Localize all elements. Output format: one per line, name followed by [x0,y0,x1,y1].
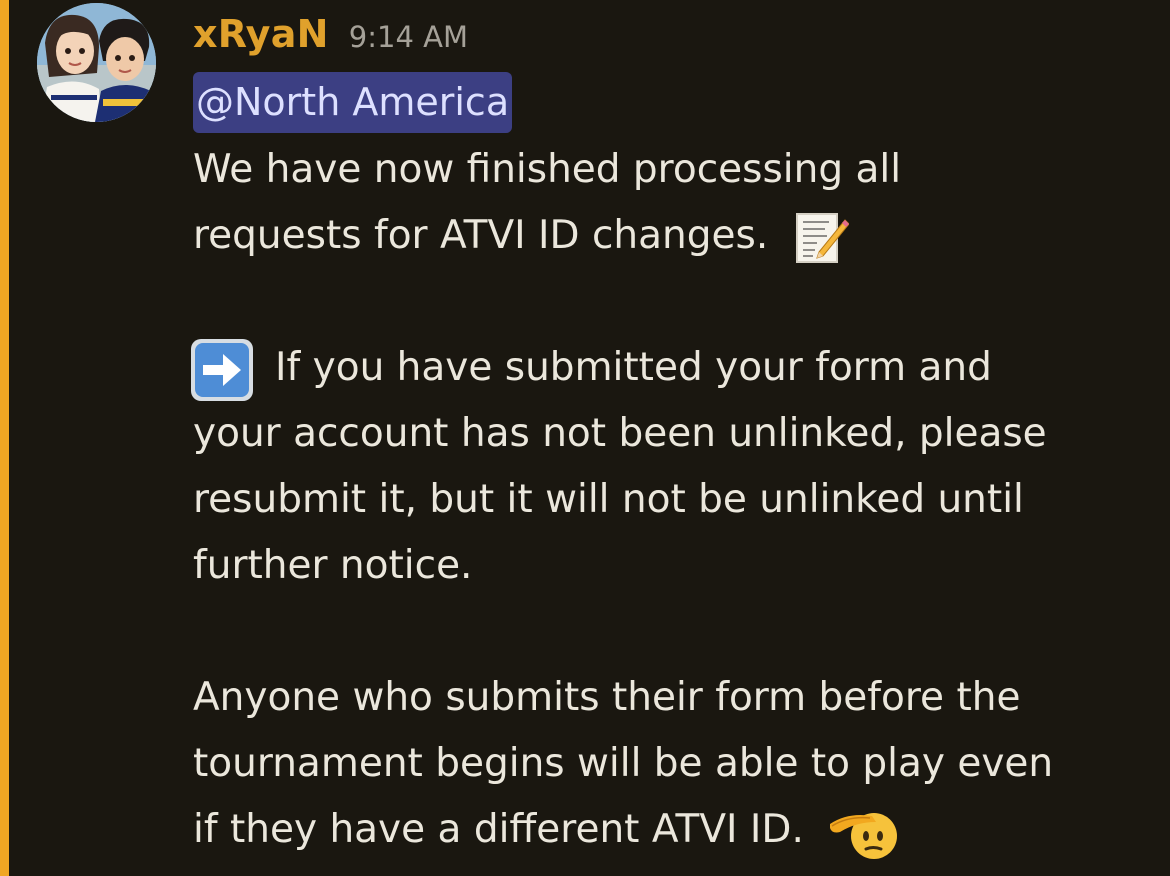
message-line: tournament begins will be able to play e… [193,731,1155,797]
role-mention[interactable]: @North America [193,72,513,133]
message-line: resubmit it, but it will not be unlinked… [193,467,1155,533]
message-line-text: further notice. [193,543,473,588]
memo-emoji[interactable] [795,212,849,264]
chat-message: xRyaN 9:14 AM @North America We have now… [0,0,1170,876]
author-name[interactable]: xRyaN [193,12,329,56]
message-line-text: your account has not been unlinked, plea… [193,411,1047,456]
message-line-blank [193,269,1155,335]
message-line: requests for ATVI ID changes. [193,203,1155,269]
message-line-text: resubmit it, but it will not be unlinked… [193,477,1024,522]
message-line-text: If you have submitted your form and [275,345,992,390]
message-line: further notice. [193,533,1155,599]
message-line: Anyone who submits their form before the [193,665,1155,731]
avatar[interactable] [37,3,156,122]
saluting-face-emoji[interactable] [826,802,898,862]
message-line: We have now finished processing all [193,137,1155,203]
message-line-blank [193,599,1155,665]
avatar-image [37,3,156,122]
message-line-text: We have now finished processing all [193,147,902,192]
right-arrow-emoji[interactable] [189,337,255,403]
message-header: xRyaN 9:14 AM [193,12,468,66]
message-line-text: requests for ATVI ID changes. [193,213,769,258]
message-line: your account has not been unlinked, plea… [193,401,1155,467]
message-line-text: if they have a different ATVI ID. [193,807,804,852]
message-line-text: Anyone who submits their form before the [193,675,1021,720]
message-line-text: tournament begins will be able to play e… [193,741,1054,786]
message-line: If you have submitted your form and [191,335,1155,401]
message-line: if they have a different ATVI ID. [193,797,1155,863]
message-content: We have now finished processing all requ… [191,137,1155,863]
message-timestamp[interactable]: 9:14 AM [349,20,468,54]
